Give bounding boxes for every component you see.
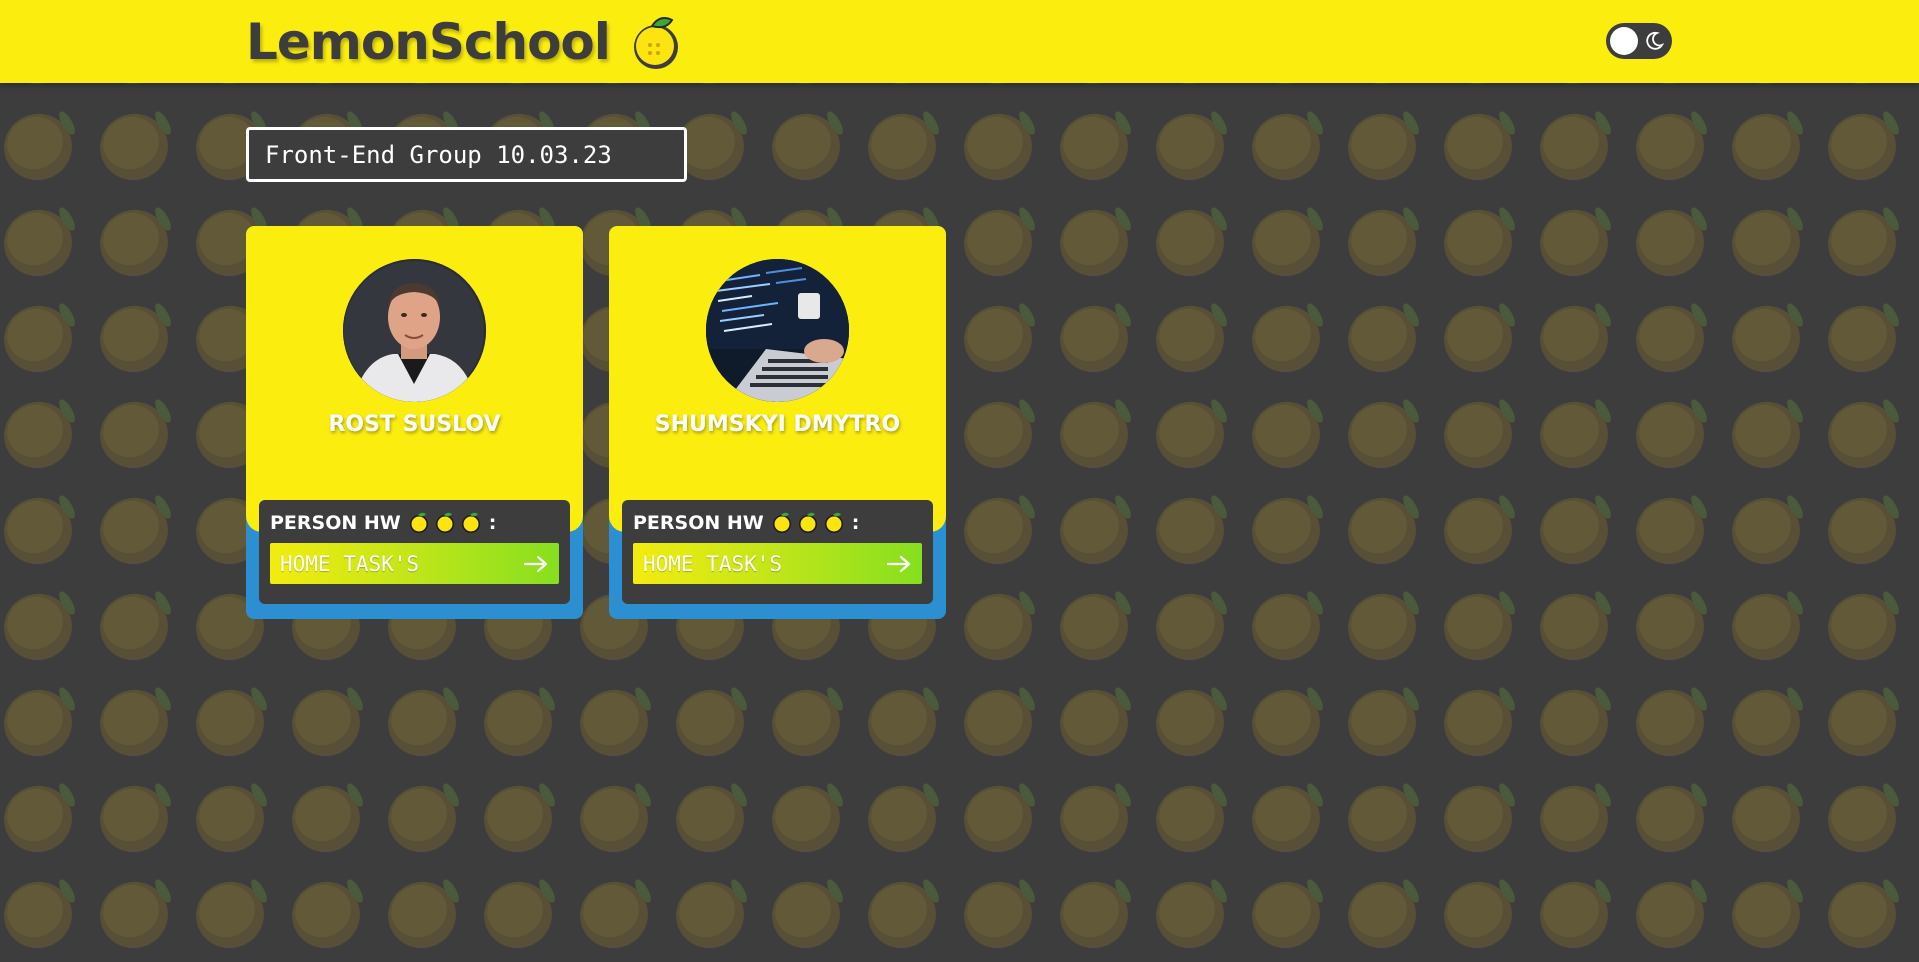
homework-label: PERSON HW <box>270 512 401 534</box>
lemon-rating <box>770 511 846 535</box>
group-select[interactable]: Front-End Group 10.03.23 <box>246 127 687 182</box>
top-navbar: LemonSchool <box>0 0 1919 83</box>
homework-panel: PERSON HW : HOME TASK'S <box>622 500 933 604</box>
lemon-icon <box>798 512 817 533</box>
lemon-logo-icon <box>633 17 678 69</box>
group-select-value: Front-End Group 10.03.23 <box>265 140 612 169</box>
home-tasks-label: HOME TASK'S <box>280 551 420 576</box>
home-tasks-button[interactable]: HOME TASK'S <box>633 543 922 584</box>
homework-suffix: : <box>851 512 860 534</box>
student-name: ROST SUSLOV <box>328 412 501 437</box>
lemon-rating <box>407 511 483 535</box>
lemon-icon <box>772 512 791 533</box>
card-header: ROST SUSLOV <box>246 226 583 532</box>
homework-title: PERSON HW : <box>633 510 859 536</box>
homework-panel: PERSON HW : HOME TASK'S <box>259 500 570 604</box>
homework-suffix: : <box>488 512 497 534</box>
lemon-icon <box>461 512 480 533</box>
toggle-knob <box>1610 27 1638 55</box>
student-card: ROST SUSLOV PERSON HW : HOME TASK'S <box>246 226 583 619</box>
lemon-icon <box>409 512 428 533</box>
student-name: SHUMSKYI DMYTRO <box>654 412 901 437</box>
avatar <box>706 259 849 402</box>
person-photo <box>343 259 486 402</box>
lemon-icon <box>435 512 454 533</box>
laptop-code-photo <box>706 259 849 402</box>
home-tasks-label: HOME TASK'S <box>643 551 783 576</box>
homework-label: PERSON HW <box>633 512 764 534</box>
brand-name: LemonSchool <box>246 13 611 71</box>
lemon-icon <box>824 512 843 533</box>
theme-toggle[interactable] <box>1606 23 1672 59</box>
brand-logo[interactable]: LemonSchool <box>246 10 684 74</box>
avatar <box>343 259 486 402</box>
home-tasks-button[interactable]: HOME TASK'S <box>270 543 559 584</box>
moon-icon <box>1646 31 1664 50</box>
student-card: SHUMSKYI DMYTRO PERSON HW : HOME TASK'S <box>609 226 946 619</box>
homework-title: PERSON HW : <box>270 510 496 536</box>
card-header: SHUMSKYI DMYTRO <box>609 226 946 532</box>
arrow-right-icon <box>886 555 911 572</box>
arrow-right-icon <box>523 555 548 572</box>
